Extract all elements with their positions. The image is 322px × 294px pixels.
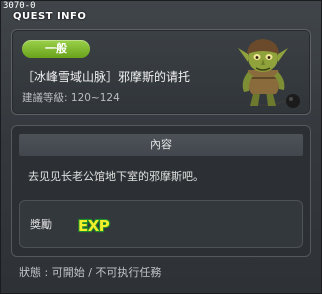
level-label: 建議等級: xyxy=(22,92,68,104)
quest-status: 狀態 : 可開始 / 不可执行任務 xyxy=(19,266,162,279)
reward-label: 獎勵 xyxy=(30,218,52,231)
content-section-header: 內容 xyxy=(19,134,303,156)
quest-name: ［冰峰雪域山脉］邪摩斯的请托 xyxy=(22,70,191,84)
exp-reward-icon[interactable]: EXP xyxy=(76,211,116,239)
level-range: 120~124 xyxy=(70,92,120,104)
recommended-level: 建議等級: 120~124 xyxy=(22,92,120,105)
category-badge: 一般 xyxy=(22,40,90,58)
title-bar[interactable]: 3070-0 QUEST INFO xyxy=(1,1,321,25)
quest-info-window: 3070-0 QUEST INFO 一般 ［冰峰雪域山脉］邪摩斯的请托 建議等級… xyxy=(0,0,322,294)
goblin-npc-icon xyxy=(238,39,300,108)
quest-description: 去见见长老公馆地下室的邪摩斯吧。 xyxy=(28,170,204,183)
quest-content-panel: 內容 去见见长老公馆地下室的邪摩斯吧。 獎勵 EXP xyxy=(11,125,311,257)
svg-text:EXP: EXP xyxy=(78,217,110,235)
reward-box: 獎勵 EXP xyxy=(19,200,303,248)
quest-header-panel: 一般 ［冰峰雪域山脉］邪摩斯的请托 建議等級: 120~124 xyxy=(11,29,311,115)
window-title: QUEST INFO xyxy=(13,11,87,22)
